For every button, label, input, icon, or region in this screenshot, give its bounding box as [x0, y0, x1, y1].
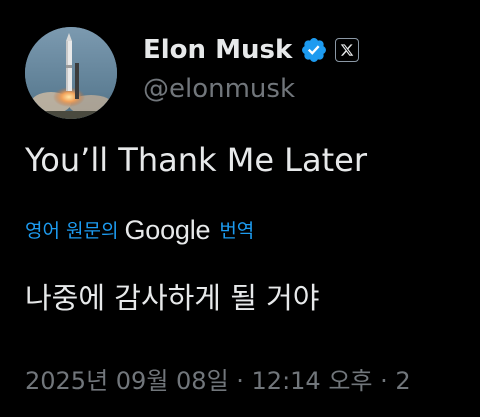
author-display-name[interactable]: Elon Musk — [143, 35, 292, 65]
translated-text: 나중에 감사하게 될 거야 — [25, 281, 320, 315]
x-logo-icon[interactable] — [335, 38, 360, 62]
verified-badge-icon[interactable] — [300, 36, 328, 64]
tweet-timestamp[interactable]: 2025년 09월 08일 · 12:14 오후 · 2 — [25, 361, 411, 396]
translate-button[interactable]: 번역 — [219, 216, 254, 243]
tweet-text: You’ll Thank Me Later — [25, 141, 367, 179]
author-handle[interactable]: @elonmusk — [143, 74, 295, 104]
avatar[interactable] — [25, 27, 117, 119]
rocket-launch-avatar — [25, 27, 117, 119]
translate-source-label[interactable]: 영어 원문의 — [25, 216, 118, 243]
translate-row: 영어 원문의 Google 번역 — [25, 212, 254, 246]
google-logo: Google — [124, 214, 211, 245]
author-name-row: Elon Musk — [143, 30, 360, 70]
